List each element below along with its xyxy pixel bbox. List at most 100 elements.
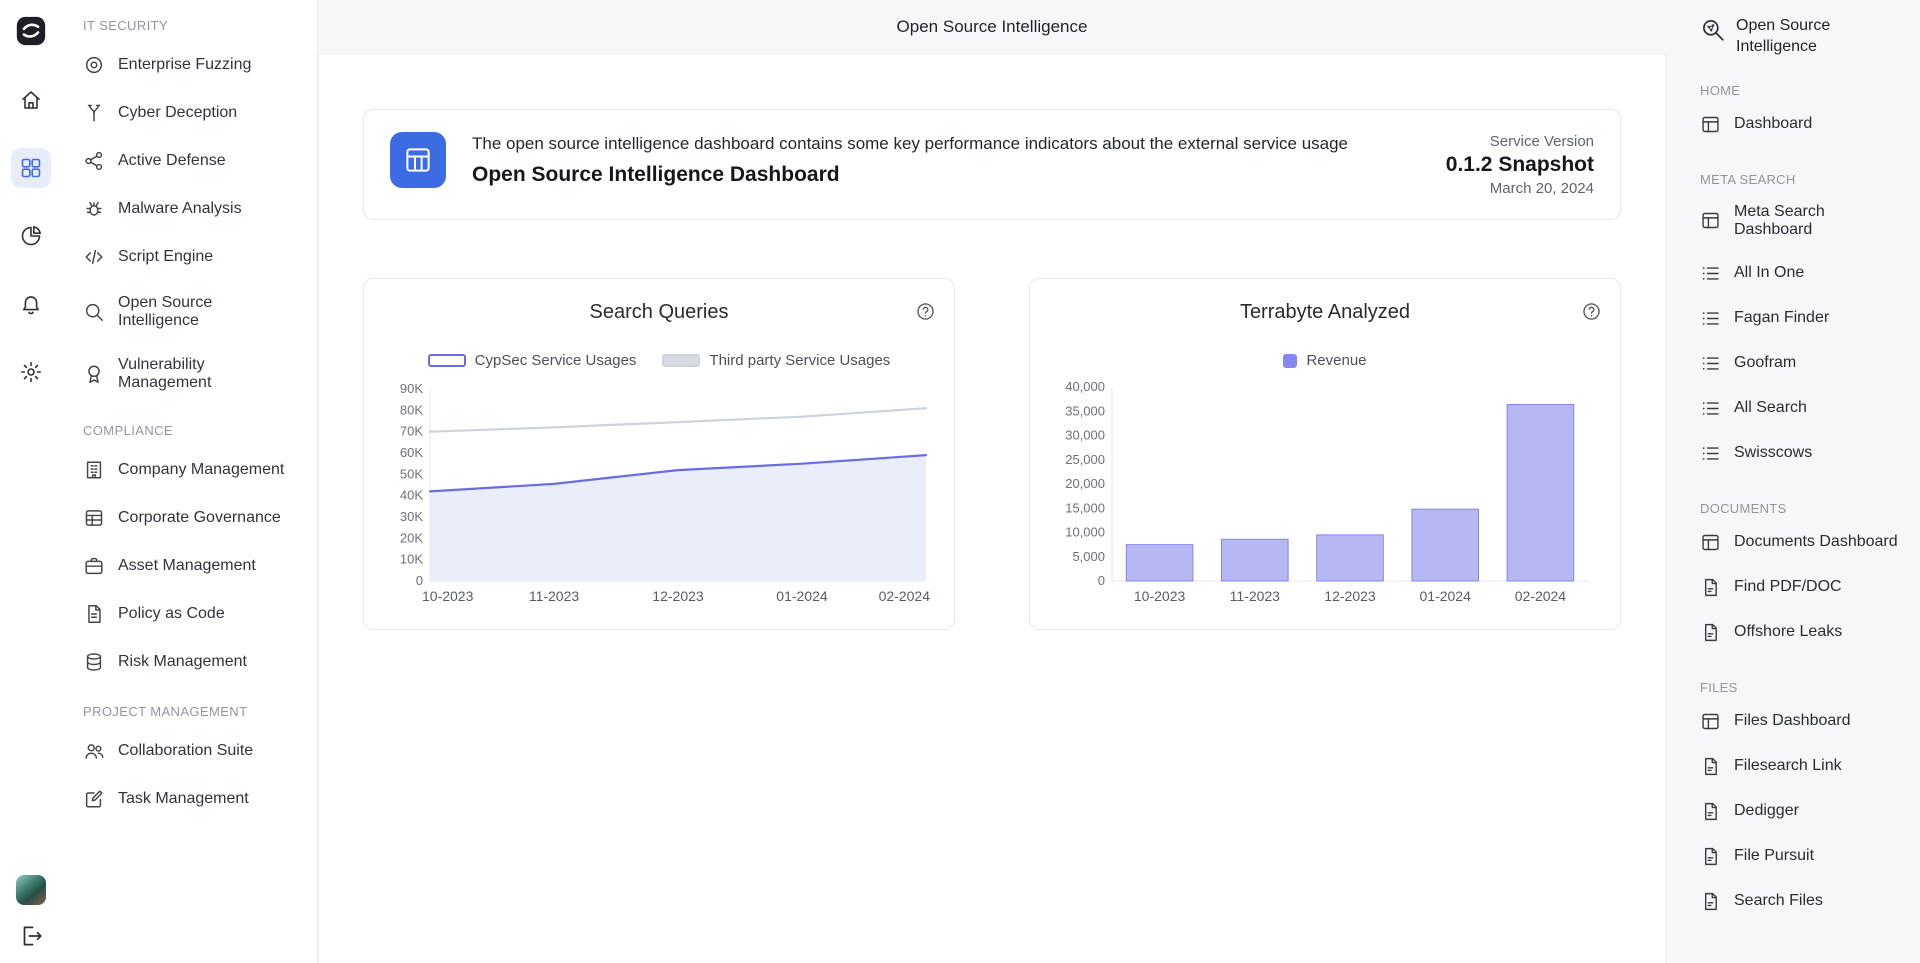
nav-item-offshore-leaks[interactable]: Offshore Leaks <box>1696 610 1906 655</box>
sidebar-item-cyber-deception[interactable]: Cyber Deception <box>69 89 305 137</box>
main-header: Open Source Intelligence <box>318 0 1666 53</box>
user-avatar[interactable] <box>16 875 46 905</box>
chart-legend: Revenue <box>1050 352 1600 369</box>
sidebar-item-policy-as-code[interactable]: Policy as Code <box>69 590 305 638</box>
svg-text:25,000: 25,000 <box>1065 452 1105 467</box>
gear-icon <box>19 360 43 384</box>
app-logo-icon[interactable] <box>14 14 48 48</box>
icon-rail <box>0 0 61 963</box>
svg-text:02-2024: 02-2024 <box>1515 588 1567 604</box>
grid-icon <box>19 156 43 180</box>
sidebar-item-label: Corporate Governance <box>118 509 281 527</box>
right-panel-section-title: FILES <box>1700 680 1906 695</box>
right-panel-title: Open Source Intelligence <box>1736 16 1854 58</box>
chart-title: Search Queries <box>384 301 934 324</box>
nav-item-dedigger[interactable]: Dedigger <box>1696 789 1906 834</box>
nav-item-dashboard[interactable]: Dashboard <box>1696 102 1906 147</box>
svg-text:02-2024: 02-2024 <box>879 588 931 604</box>
svg-text:12-2023: 12-2023 <box>652 588 704 604</box>
info-text: The open source intelligence dashboard c… <box>472 132 1348 187</box>
nav-item-label: Offshore Leaks <box>1734 623 1842 641</box>
sidebar-item-enterprise-fuzzing[interactable]: Enterprise Fuzzing <box>69 41 305 89</box>
dashboard-panel-icon <box>1700 711 1721 732</box>
sidebar-item-risk-management[interactable]: Risk Management <box>69 638 305 686</box>
network-icon <box>83 150 105 172</box>
right-panel-sections: HOMEDashboardMETA SEARCHMeta Search Dash… <box>1696 83 1906 924</box>
nav-item-goofram[interactable]: Goofram <box>1696 341 1906 386</box>
rail-item-dashboards[interactable] <box>11 148 51 188</box>
rail-item-settings[interactable] <box>11 352 51 392</box>
task-icon <box>83 788 105 810</box>
svg-text:40K: 40K <box>400 488 423 503</box>
nav-item-label: Swisscows <box>1734 444 1812 462</box>
people-icon <box>83 740 105 762</box>
briefcase-icon <box>83 555 105 577</box>
target-icon <box>83 54 105 76</box>
sidebar-section-project-management: PROJECT MANAGEMENT Collaboration Suite Tas… <box>69 704 305 823</box>
nav-item-files-dashboard[interactable]: Files Dashboard <box>1696 699 1906 744</box>
help-icon[interactable] <box>915 301 936 322</box>
right-panel-section-title: HOME <box>1700 83 1906 98</box>
sidebar-item-active-defense[interactable]: Active Defense <box>69 137 305 185</box>
service-version-value: 0.1.2 Snapshot <box>1446 153 1594 177</box>
nav-item-fagan-finder[interactable]: Fagan Finder <box>1696 296 1906 341</box>
list-icon <box>1700 398 1721 419</box>
svg-text:10-2023: 10-2023 <box>1134 588 1186 604</box>
nav-item-label: Dedigger <box>1734 802 1799 820</box>
logout-icon[interactable] <box>18 923 44 949</box>
rail-item-home[interactable] <box>11 80 51 120</box>
home-icon <box>19 88 43 112</box>
nav-item-search-files[interactable]: Search Files <box>1696 879 1906 924</box>
rail-item-analytics[interactable] <box>11 216 51 256</box>
service-version-date: March 20, 2024 <box>1446 180 1594 197</box>
sidebar-item-collaboration-suite[interactable]: Collaboration Suite <box>69 727 305 775</box>
legend-label: CypSec Service Usages <box>475 352 637 369</box>
nav-item-label: File Pursuit <box>1734 847 1814 865</box>
sidebar-section-title: PROJECT MANAGEMENT <box>83 704 305 719</box>
svg-text:35,000: 35,000 <box>1065 403 1105 418</box>
search-icon <box>83 301 105 323</box>
sidebar-item-task-management[interactable]: Task Management <box>69 775 305 823</box>
nav-item-file-pursuit[interactable]: File Pursuit <box>1696 834 1906 879</box>
svg-text:01-2024: 01-2024 <box>776 588 828 604</box>
nav-item-label: Files Dashboard <box>1734 712 1851 730</box>
svg-text:0: 0 <box>416 573 423 588</box>
sidebar-item-asset-management[interactable]: Asset Management <box>69 542 305 590</box>
nav-item-label: Meta Search Dashboard <box>1734 203 1902 239</box>
nav-item-filesearch-link[interactable]: Filesearch Link <box>1696 744 1906 789</box>
sidebar-item-open-source-intelligence[interactable]: Open Source Intelligence <box>69 281 305 343</box>
nav-item-find-pdf-doc[interactable]: Find PDF/DOC <box>1696 565 1906 610</box>
sidebar-item-script-engine[interactable]: Script Engine <box>69 233 305 281</box>
file-icon <box>1700 891 1721 912</box>
content-panel: The open source intelligence dashboard c… <box>318 53 1666 963</box>
nav-item-meta-search-dashboard[interactable]: Meta Search Dashboard <box>1696 191 1906 251</box>
legend-item-revenue: Revenue <box>1283 352 1366 369</box>
sidebar-item-vulnerability-management[interactable]: Vulnerability Management <box>69 343 305 405</box>
charts-row: Search Queries CypSec Service UsagesThir… <box>363 278 1621 630</box>
nav-item-documents-dashboard[interactable]: Documents Dashboard <box>1696 520 1906 565</box>
svg-text:5,000: 5,000 <box>1072 549 1105 564</box>
sidebar-item-label: Open Source Intelligence <box>118 294 295 330</box>
code-icon <box>83 246 105 268</box>
file-icon <box>1700 622 1721 643</box>
sidebar-item-label: Collaboration Suite <box>118 742 253 760</box>
info-description: The open source intelligence dashboard c… <box>472 134 1348 154</box>
nav-item-all-in-one[interactable]: All In One <box>1696 251 1906 296</box>
search-queries-card: Search Queries CypSec Service UsagesThir… <box>363 278 955 630</box>
info-card: The open source intelligence dashboard c… <box>363 109 1621 220</box>
svg-text:11-2023: 11-2023 <box>529 588 580 604</box>
bug-icon <box>83 198 105 220</box>
help-icon[interactable] <box>1581 301 1602 322</box>
sidebar-item-label: Script Engine <box>118 248 213 266</box>
nav-item-swisscows[interactable]: Swisscows <box>1696 431 1906 476</box>
sidebar-item-corporate-governance[interactable]: Corporate Governance <box>69 494 305 542</box>
nav-item-all-search[interactable]: All Search <box>1696 386 1906 431</box>
svg-text:70K: 70K <box>400 424 423 439</box>
svg-text:60K: 60K <box>400 445 423 460</box>
sidebar-item-malware-analysis[interactable]: Malware Analysis <box>69 185 305 233</box>
dashboard-panel-icon <box>1700 114 1721 135</box>
rail-item-notifications[interactable] <box>11 284 51 324</box>
sidebar-item-company-management[interactable]: Company Management <box>69 446 305 494</box>
nav-item-label: Documents Dashboard <box>1734 533 1898 551</box>
rail-items <box>11 80 51 420</box>
